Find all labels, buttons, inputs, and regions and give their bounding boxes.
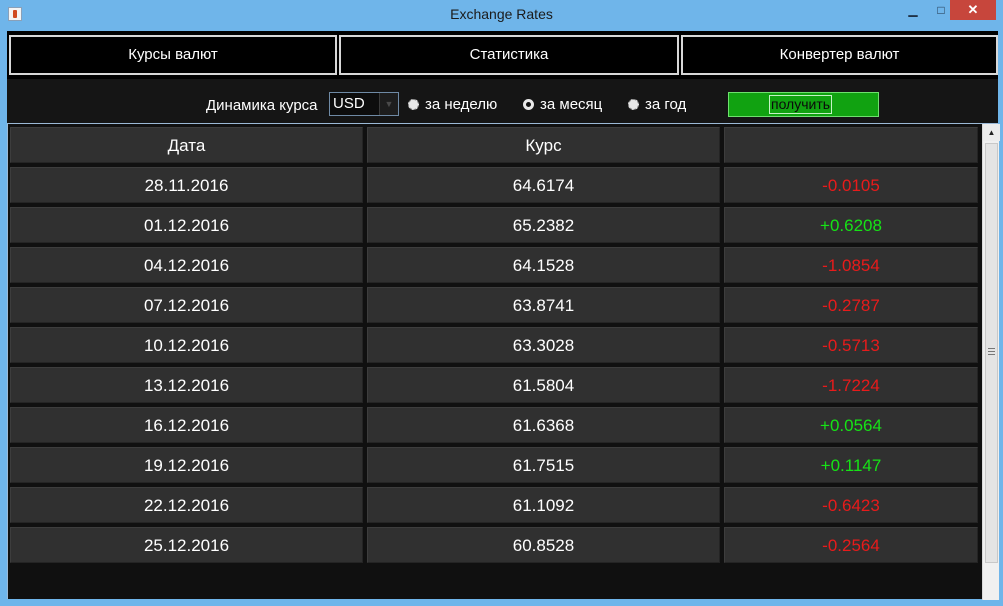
header-date: Дата — [10, 127, 363, 163]
controls-row: Динамика курса USD ▼ за неделю за месяц … — [7, 81, 998, 123]
radio-year-label[interactable]: за год — [645, 96, 686, 113]
cell-rate: 64.6174 — [367, 167, 720, 203]
cell-date: 01.12.2016 — [10, 207, 363, 243]
radio-week-label[interactable]: за неделю — [425, 96, 497, 113]
scroll-thumb[interactable] — [985, 143, 998, 563]
radio-month-label[interactable]: за месяц — [540, 96, 602, 113]
cell-date: 16.12.2016 — [10, 407, 363, 443]
content-panel: Курсы валют Статистика Конвертер валют Д… — [7, 31, 1000, 600]
radio-dot[interactable] — [628, 99, 639, 110]
cell-change: +0.6208 — [724, 207, 978, 243]
cell-date: 13.12.2016 — [10, 367, 363, 403]
cell-date: 07.12.2016 — [10, 287, 363, 323]
vertical-scrollbar[interactable]: ▲ — [982, 124, 1000, 600]
radio-dot-selected[interactable] — [523, 99, 534, 110]
cell-rate: 61.1092 — [367, 487, 720, 523]
cell-date: 22.12.2016 — [10, 487, 363, 523]
tab-exchange-rates[interactable]: Курсы валют — [9, 35, 337, 75]
cell-change: -1.7224 — [724, 367, 978, 403]
header-rate: Курс — [367, 127, 720, 163]
cell-date: 04.12.2016 — [10, 247, 363, 283]
grip-icon — [988, 348, 995, 355]
get-button-label: получить — [769, 95, 833, 114]
tab-bar: Курсы валют Статистика Конвертер валют — [7, 31, 998, 79]
cell-change: -0.2564 — [724, 527, 978, 563]
cell-change: -0.5713 — [724, 327, 978, 363]
rates-table: Дата Курс 28.11.2016 64.6174 -0.0105 01.… — [7, 123, 1000, 600]
cell-rate: 64.1528 — [367, 247, 720, 283]
cell-change: +0.0564 — [724, 407, 978, 443]
cell-rate: 63.3028 — [367, 327, 720, 363]
tab-statistics[interactable]: Статистика — [339, 35, 679, 75]
radio-dot[interactable] — [408, 99, 419, 110]
cell-change: -0.0105 — [724, 167, 978, 203]
dynamics-label: Динамика курса — [206, 97, 318, 114]
scroll-up-icon[interactable]: ▲ — [983, 124, 1000, 141]
minimize-button[interactable]: ▁ — [899, 0, 927, 20]
cell-rate: 65.2382 — [367, 207, 720, 243]
cell-rate: 63.8741 — [367, 287, 720, 323]
cell-change: -0.2787 — [724, 287, 978, 323]
tab-currency-converter[interactable]: Конвертер валют — [681, 35, 998, 75]
header-change — [724, 127, 978, 163]
cell-date: 19.12.2016 — [10, 447, 363, 483]
cell-change: +0.1147 — [724, 447, 978, 483]
currency-select[interactable]: USD ▼ — [329, 92, 399, 116]
currency-select-value: USD — [333, 95, 365, 112]
cell-rate: 61.5804 — [367, 367, 720, 403]
cell-rate: 60.8528 — [367, 527, 720, 563]
cell-change: -0.6423 — [724, 487, 978, 523]
cell-date: 10.12.2016 — [10, 327, 363, 363]
cell-change: -1.0854 — [724, 247, 978, 283]
window-title: Exchange Rates — [450, 6, 553, 22]
close-button[interactable]: ✕ — [950, 0, 996, 20]
cell-date: 28.11.2016 — [10, 167, 363, 203]
title-bar[interactable]: Exchange Rates ▁ □ ✕ — [0, 0, 1003, 30]
chevron-down-icon[interactable]: ▼ — [379, 93, 398, 115]
app-window: Exchange Rates ▁ □ ✕ Курсы валют Статист… — [0, 0, 1003, 606]
cell-date: 25.12.2016 — [10, 527, 363, 563]
cell-rate: 61.7515 — [367, 447, 720, 483]
cell-rate: 61.6368 — [367, 407, 720, 443]
get-button[interactable]: получить — [728, 92, 879, 117]
